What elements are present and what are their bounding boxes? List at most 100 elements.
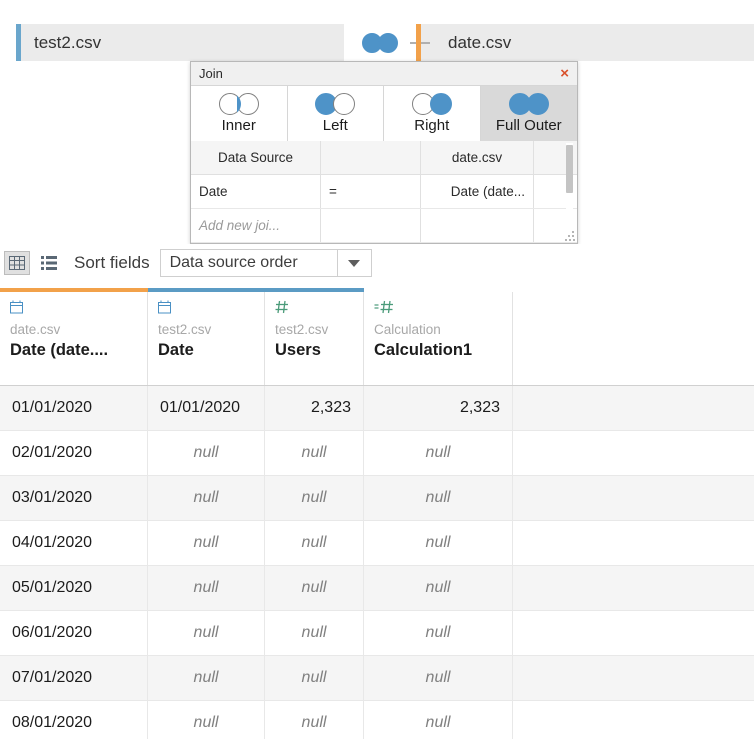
table-row[interactable]: 03/01/2020 null null null	[0, 476, 754, 521]
data-source-pane: test2.csv date.csv Join × Inner Left Rig…	[0, 0, 754, 739]
join-condition-operator[interactable]: =	[321, 175, 421, 208]
join-grid-header-right: date.csv	[421, 141, 534, 174]
join-add-new-spacer	[534, 209, 564, 242]
join-icon-button[interactable]	[344, 24, 416, 61]
join-type-tabs: Inner Left Right Full Outer	[191, 86, 577, 141]
table-cell: 01/01/2020	[148, 386, 265, 431]
venn-right-icon	[411, 93, 452, 115]
table-cell-null: null	[148, 611, 265, 656]
column-source-1: test2.csv	[158, 322, 212, 337]
table-cell-null: null	[265, 611, 364, 656]
join-condition-right-field[interactable]: Date (date...	[421, 175, 534, 208]
grid-header-row: date.csv Date (date.... test2.csv Date t…	[0, 292, 754, 386]
table-row[interactable]: 06/01/2020 null null null	[0, 611, 754, 656]
table-cell-null: null	[265, 521, 364, 566]
sort-order-value: Data source order	[169, 254, 298, 271]
column-header-calculation1[interactable]: Calculation Calculation1	[364, 292, 513, 385]
venn-left-icon	[315, 93, 356, 115]
table-cell: 08/01/2020	[0, 701, 148, 739]
join-type-full-outer[interactable]: Full Outer	[480, 86, 577, 141]
column-header-date-date-csv[interactable]: date.csv Date (date....	[0, 292, 148, 385]
table-cell-null: null	[364, 656, 513, 701]
grid-header-pad	[513, 292, 754, 385]
sort-toolbar: Sort fields Data source order	[0, 244, 754, 282]
column-title-1: Date	[158, 341, 194, 359]
column-source-0: date.csv	[10, 322, 61, 337]
table-row-pad	[513, 431, 754, 476]
grid-view-icon[interactable]	[4, 251, 30, 275]
table-row[interactable]: 05/01/2020 null null null	[0, 566, 754, 611]
join-grid-header-operator	[321, 141, 421, 174]
table-cell-null: null	[265, 476, 364, 521]
table-cell-null: null	[148, 566, 265, 611]
right-table-name[interactable]: date.csv	[448, 24, 511, 61]
column-title-2: Users	[275, 341, 321, 359]
join-type-left[interactable]: Left	[287, 86, 384, 141]
join-add-new-placeholder[interactable]: Add new joi...	[191, 209, 321, 242]
table-cell: 06/01/2020	[0, 611, 148, 656]
table-row[interactable]: 04/01/2020 null null null	[0, 521, 754, 566]
venn-inner-icon	[218, 93, 259, 115]
table-cell: 05/01/2020	[0, 566, 148, 611]
table-cell-null: null	[148, 476, 265, 521]
table-cell: 02/01/2020	[0, 431, 148, 476]
table-cell-null: null	[364, 521, 513, 566]
table-row-pad	[513, 566, 754, 611]
sort-order-select[interactable]: Data source order	[159, 249, 372, 277]
table-cell-null: null	[265, 566, 364, 611]
join-add-new-operator[interactable]	[321, 209, 421, 242]
join-dialog: Join × Inner Left Right Full Outer Data …	[190, 61, 578, 244]
full-outer-venn-icon	[362, 32, 398, 53]
table-cell: 03/01/2020	[0, 476, 148, 521]
table-cell: 04/01/2020	[0, 521, 148, 566]
table-cell-null: null	[364, 431, 513, 476]
table-row-pad	[513, 656, 754, 701]
right-table-accent	[416, 24, 421, 61]
join-grid-scrollbar-thumb[interactable]	[566, 145, 573, 193]
table-row[interactable]: 08/01/2020 null null null	[0, 701, 754, 739]
physical-table-flow-bar: test2.csv date.csv	[16, 24, 754, 61]
join-condition-spacer	[534, 175, 564, 208]
column-header-users[interactable]: test2.csv Users	[265, 292, 364, 385]
table-row-pad	[513, 476, 754, 521]
column-source-3: Calculation	[374, 322, 441, 337]
table-cell: 01/01/2020	[0, 386, 148, 431]
join-add-new-row[interactable]: Add new joi...	[191, 209, 577, 243]
table-row-pad	[513, 611, 754, 656]
table-row-pad	[513, 386, 754, 431]
date-icon	[10, 300, 137, 322]
join-dialog-title: Join	[199, 66, 223, 81]
left-table-name[interactable]: test2.csv	[34, 24, 101, 61]
column-source-2: test2.csv	[275, 322, 329, 337]
join-grid-header-spacer	[534, 141, 564, 174]
table-row[interactable]: 02/01/2020 null null null	[0, 431, 754, 476]
join-type-full-outer-label: Full Outer	[495, 117, 562, 134]
grid-body: 01/01/2020 01/01/2020 2,323 2,323 02/01/2020…	[0, 386, 754, 739]
calculated-number-icon	[374, 300, 502, 322]
table-cell-null: null	[148, 701, 265, 739]
table-row[interactable]: 01/01/2020 01/01/2020 2,323 2,323	[0, 386, 754, 431]
join-type-left-label: Left	[322, 117, 348, 134]
join-dialog-title-bar: Join ×	[191, 62, 577, 86]
table-cell: 2,323	[265, 386, 364, 431]
join-condition-row[interactable]: Date = Date (date...	[191, 175, 577, 209]
join-add-new-right[interactable]	[421, 209, 534, 242]
chevron-down-icon[interactable]	[336, 250, 371, 276]
resize-grip-icon[interactable]	[565, 231, 575, 241]
list-view-icon[interactable]	[36, 251, 62, 275]
left-table-accent	[16, 24, 21, 61]
join-type-right[interactable]: Right	[384, 86, 481, 141]
table-cell-null: null	[148, 656, 265, 701]
join-type-inner[interactable]: Inner	[191, 86, 288, 141]
table-row[interactable]: 07/01/2020 null null null	[0, 656, 754, 701]
table-row-pad	[513, 701, 754, 739]
table-cell-null: null	[148, 521, 265, 566]
table-cell-null: null	[364, 566, 513, 611]
column-title-0: Date (date....	[10, 341, 109, 359]
table-cell-null: null	[265, 431, 364, 476]
table-cell: 07/01/2020	[0, 656, 148, 701]
column-header-date-test2-csv[interactable]: test2.csv Date	[148, 292, 265, 385]
table-cell-null: null	[265, 656, 364, 701]
close-icon[interactable]: ×	[558, 66, 571, 81]
join-condition-left-field[interactable]: Date	[191, 175, 321, 208]
